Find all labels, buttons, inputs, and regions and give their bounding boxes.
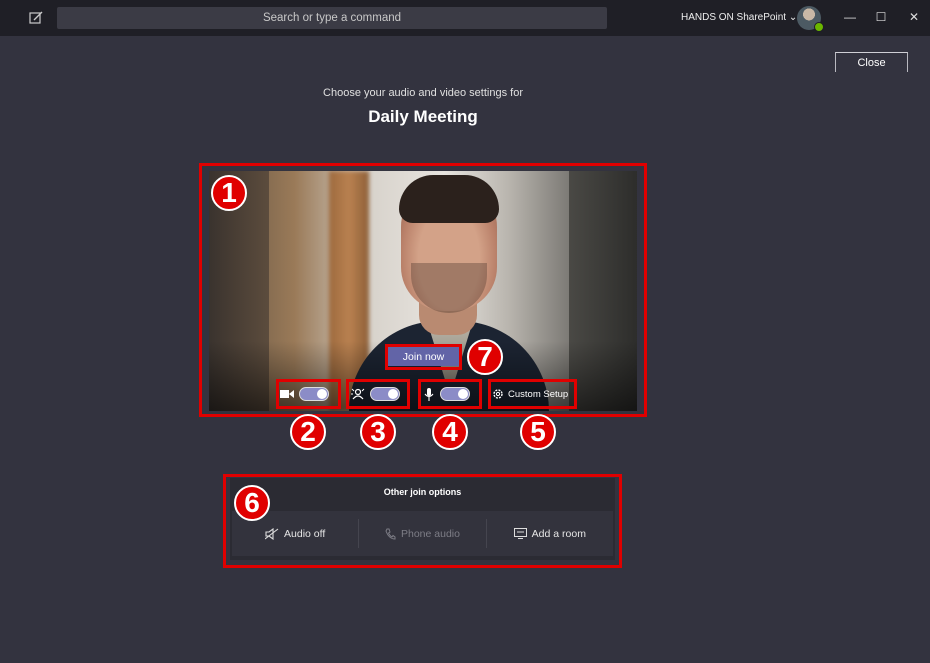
org-name: HANDS ON SharePoint xyxy=(681,12,787,23)
annotation-badge-6: 6 xyxy=(234,485,270,521)
annotation-badge-1: 1 xyxy=(211,175,247,211)
meeting-title: Daily Meeting xyxy=(368,107,478,126)
presence-available-icon xyxy=(814,22,824,32)
org-switcher[interactable]: HANDS ON SharePoint ⌄ xyxy=(681,12,797,23)
annotation-badge-7: 7 xyxy=(467,339,503,375)
search-input[interactable]: Search or type a command xyxy=(57,7,607,29)
close-button[interactable]: Close xyxy=(835,52,908,72)
annotation-box-3 xyxy=(346,379,410,409)
annotation-badge-2: 2 xyxy=(290,414,326,450)
annotation-box-6 xyxy=(223,474,622,568)
title-bar: Search or type a command HANDS ON ShareP… xyxy=(0,0,930,36)
annotation-badge-4: 4 xyxy=(432,414,468,450)
annotation-badge-3: 3 xyxy=(360,414,396,450)
close-window-button[interactable]: ✕ xyxy=(906,9,922,25)
annotation-box-2 xyxy=(276,379,341,409)
settings-subtitle: Choose your audio and video settings for xyxy=(323,87,523,99)
annotation-box-4 xyxy=(418,379,482,409)
chevron-down-icon: ⌄ xyxy=(788,12,798,23)
minimize-button[interactable]: — xyxy=(842,9,858,25)
maximize-button[interactable]: ☐ xyxy=(873,9,889,25)
annotation-box-5 xyxy=(488,379,577,409)
annotation-badge-5: 5 xyxy=(520,414,556,450)
compose-icon[interactable] xyxy=(27,9,45,27)
annotation-box-7 xyxy=(385,344,462,370)
